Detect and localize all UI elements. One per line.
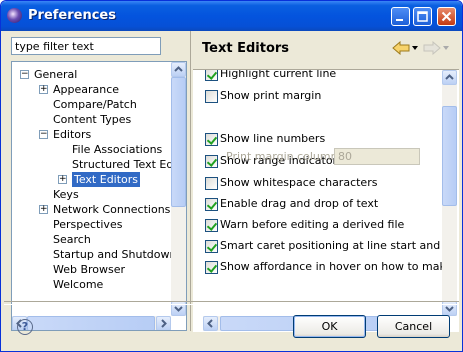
option-checkbox[interactable] <box>205 133 218 146</box>
print-margin-column-label: Print margin column: <box>226 150 342 163</box>
page-vertical-scrollbar[interactable] <box>442 70 457 316</box>
tree-scroll-thumb[interactable] <box>171 77 186 207</box>
chevron-up-icon <box>174 66 183 72</box>
tree-item-label: Startup and Shutdown <box>53 248 177 261</box>
tree-item-label: Network Connections <box>53 203 171 216</box>
tree-item[interactable]: Perspectives <box>12 217 170 232</box>
chevron-left-icon <box>207 319 213 328</box>
maximize-icon <box>417 11 428 22</box>
button-bar-separator <box>4 301 459 305</box>
option-checkbox[interactable] <box>205 90 218 103</box>
collapse-icon[interactable]: − <box>20 70 29 79</box>
page-scroll-thumb[interactable] <box>442 106 457 206</box>
tree-horizontal-scrollbar[interactable] <box>12 316 171 330</box>
close-button[interactable] <box>437 7 456 26</box>
tree-item-label: Perspectives <box>53 218 123 231</box>
collapse-icon[interactable]: − <box>39 130 48 139</box>
tree-item-label: Appearance <box>53 83 120 96</box>
forward-arrow-icon[interactable] <box>423 41 441 55</box>
forward-history-dropdown-icon[interactable] <box>443 46 449 50</box>
option-checkbox[interactable] <box>205 261 218 274</box>
title-bar[interactable]: Preferences <box>1 1 462 31</box>
tree-item-label: Compare/Patch <box>53 98 137 111</box>
tree-item[interactable]: + Network Connections <box>12 202 170 217</box>
option-label: Smart caret positioning at line start an… <box>220 239 458 252</box>
tree-item-label: Keys <box>53 188 79 201</box>
minimize-button[interactable] <box>391 7 410 26</box>
tree-scroll-up-button[interactable] <box>171 62 186 77</box>
chevron-right-icon <box>161 319 167 328</box>
tree-item-label: Content Types <box>53 113 132 126</box>
tree-item[interactable]: Keys <box>12 187 170 202</box>
option-checkbox[interactable] <box>205 198 218 211</box>
tree-item[interactable]: Compare/Patch <box>12 97 170 112</box>
dialog-client-area: −General+AppearanceCompare/PatchContent … <box>4 31 459 349</box>
tree-item-label: Web Browser <box>53 263 126 276</box>
page-header: Text Editors <box>193 31 459 65</box>
minimize-icon <box>396 19 403 21</box>
tree-item-label: Text Editors <box>72 172 141 187</box>
close-icon <box>441 11 452 22</box>
help-icon[interactable]: ? <box>17 319 33 335</box>
page-title: Text Editors <box>202 41 290 56</box>
expand-icon[interactable]: + <box>39 205 48 214</box>
window-title: Preferences <box>28 8 116 23</box>
page-scroll-left-button[interactable] <box>203 316 218 331</box>
option-checkbox[interactable] <box>205 70 218 81</box>
option-label: Show whitespace characters <box>220 176 378 189</box>
tree-item[interactable]: + Appearance <box>12 82 170 97</box>
back-history-dropdown-icon[interactable] <box>412 46 418 50</box>
page-scroll-up-button[interactable] <box>442 70 457 85</box>
tree-hscroll-thumb[interactable] <box>27 316 155 330</box>
option-label: Highlight current line <box>220 69 337 80</box>
cancel-button[interactable]: Cancel <box>377 315 450 338</box>
tree-item[interactable]: Content Types <box>12 112 170 127</box>
option-checkbox[interactable] <box>205 240 218 253</box>
tree-item-label: Structured Text Ed <box>72 158 174 171</box>
tree-item[interactable]: − Editors <box>12 127 170 142</box>
print-margin-column-input[interactable]: 80 <box>334 148 420 165</box>
tree-item[interactable]: − General <box>12 67 170 82</box>
option-checkbox[interactable] <box>205 155 218 168</box>
tree-item-label: Search <box>53 233 91 246</box>
preferences-window: Preferences −General+AppearanceCompare/P… <box>0 0 463 352</box>
option-checkbox[interactable] <box>205 219 218 232</box>
option-label: Show affordance in hover on how to make <box>220 260 453 273</box>
text-editors-page: Highlight current line Show print margin S… <box>193 69 459 332</box>
tree-item[interactable]: Web Browser <box>12 262 170 277</box>
option-label: Warn before editing a derived file <box>220 218 405 231</box>
filter-input[interactable] <box>11 37 161 55</box>
ok-button[interactable]: OK <box>293 315 366 338</box>
preference-tree: − General + Appearance Compare/Patch Content … <box>11 61 187 331</box>
tree-item-label: Welcome <box>53 278 104 291</box>
option-checkbox[interactable] <box>205 177 218 190</box>
option-label: Show line numbers <box>220 132 326 145</box>
expand-icon[interactable]: + <box>39 85 48 94</box>
eclipse-app-icon <box>7 8 22 23</box>
tree-item-label: General <box>34 68 78 81</box>
tree-scroll-right-button[interactable] <box>156 316 171 330</box>
tree-item[interactable]: Search <box>12 232 170 247</box>
tree-item[interactable]: Startup and Shutdown <box>12 247 176 262</box>
tree-item[interactable]: Welcome <box>12 277 170 292</box>
tree-item[interactable]: + Text Editors <box>12 172 170 187</box>
tree-item[interactable]: Structured Text Ed <box>12 157 174 172</box>
chevron-up-icon <box>445 74 454 80</box>
option-label: Show print margin <box>220 89 322 102</box>
expand-icon[interactable]: + <box>58 175 67 184</box>
option-label: Enable drag and drop of text <box>220 197 379 210</box>
tree-vertical-scrollbar[interactable] <box>171 62 186 316</box>
tree-item-label: File Associations <box>72 143 163 156</box>
tree-item[interactable]: File Associations <box>12 142 170 157</box>
back-arrow-icon[interactable] <box>392 41 410 55</box>
tree-item-label: Editors <box>53 128 92 141</box>
maximize-button[interactable] <box>413 7 432 26</box>
